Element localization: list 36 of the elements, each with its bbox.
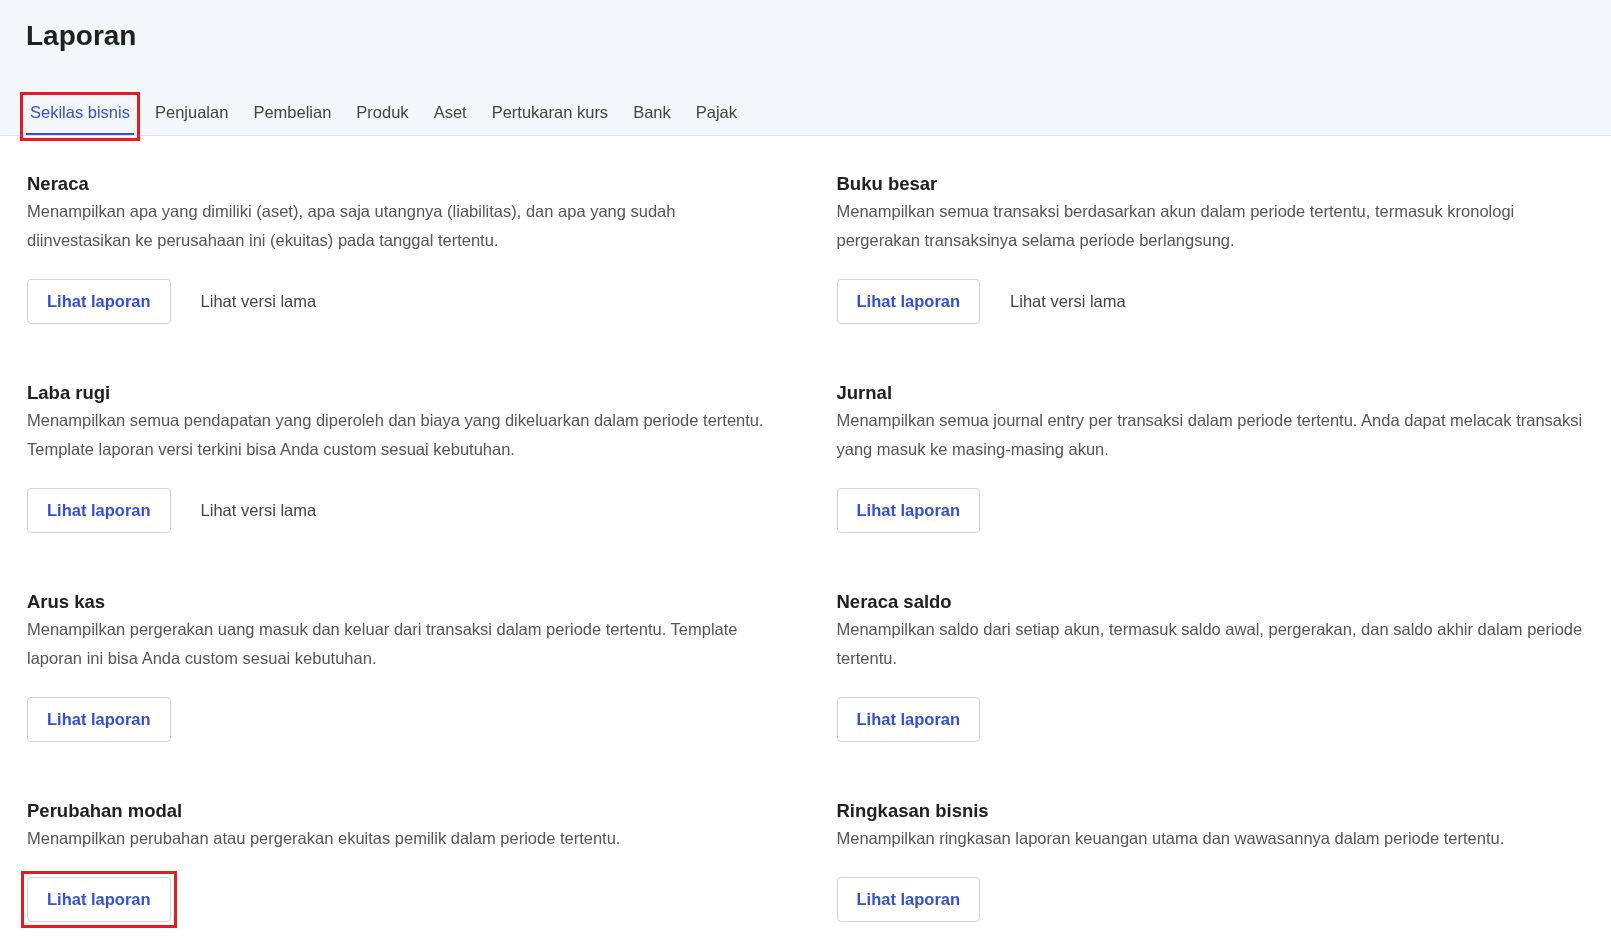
- report-title: Laba rugi: [27, 380, 112, 405]
- old-version-link[interactable]: Lihat versi lama: [200, 288, 317, 314]
- report-title: Neraca saldo: [836, 589, 953, 614]
- report-title: Jurnal: [836, 380, 894, 405]
- tab[interactable]: Aset: [429, 98, 471, 135]
- report-description: Menampilkan perubahan atau pergerakan ekuitas pemilik dalam periode tertentu.: [27, 827, 622, 849]
- report-description: Menampilkan pergerakan uang masuk dan keluar dari transaksi dalam periode tertentu. Template laporan ini bisa Anda custom sesuai kebutuhan.: [27, 618, 739, 669]
- view-report-button[interactable]: Lihat laporan: [836, 278, 981, 324]
- report-title: Arus kas: [27, 589, 107, 614]
- report-title: Ringkasan bisnis: [836, 798, 990, 823]
- view-report-button[interactable]: Lihat laporan: [27, 487, 171, 533]
- view-report-button[interactable]: Lihat laporan: [836, 696, 981, 742]
- report-description: Menampilkan apa yang dimiliki (aset), apa saja utangnya (liabilitas), dan apa yang sudah diinvestasikan ke perusahaan ini (ekuitas) pada tanggal tertentu.: [27, 200, 677, 251]
- tab[interactable]: Pembelian: [249, 98, 336, 135]
- report-title: Buku besar: [836, 171, 939, 196]
- report-description: Menampilkan semua pendapatan yang diperoleh dan biaya yang dikeluarkan dalam periode tertentu. Template laporan versi terkini bisa Anda custom sesuai kebutuhan.: [27, 409, 765, 460]
- view-report-button[interactable]: Lihat laporan: [836, 876, 981, 922]
- tab[interactable]: Produk: [352, 98, 413, 135]
- tab[interactable]: Pertukaran kurs: [487, 98, 613, 135]
- view-report-button[interactable]: Lihat laporan: [27, 278, 171, 324]
- tab[interactable]: Bank: [629, 98, 675, 135]
- tab[interactable]: Pajak: [691, 98, 741, 135]
- view-report-button[interactable]: Lihat laporan: [27, 696, 171, 742]
- report-title: Neraca: [27, 171, 90, 196]
- view-report-button[interactable]: Lihat laporan: [27, 876, 171, 922]
- report-title: Perubahan modal: [27, 798, 184, 823]
- tab[interactable]: Penjualan: [150, 98, 233, 135]
- old-version-link[interactable]: Lihat versi lama: [200, 497, 317, 523]
- page-title: Laporan: [26, 19, 138, 53]
- tab[interactable]: Sekilas bisnis: [26, 98, 134, 135]
- report-description: Menampilkan saldo dari setiap akun, termasuk saldo awal, pergerakan, dan saldo akhir dalam periode tertentu.: [836, 618, 1584, 669]
- report-description: Menampilkan semua transaksi berdasarkan akun dalam periode tertentu, termasuk kronologi pergerakan transaksinya selama periode berlangsung.: [836, 200, 1516, 251]
- view-report-button[interactable]: Lihat laporan: [836, 487, 981, 533]
- report-description: Menampilkan semua journal entry per transaksi dalam periode tertentu. Anda dapat melacak transaksi yang masuk ke masing-masing akun.: [836, 409, 1584, 460]
- report-description: Menampilkan ringkasan laporan keuangan utama dan wawasannya dalam periode tertentu.: [836, 827, 1506, 849]
- old-version-link[interactable]: Lihat versi lama: [1010, 288, 1126, 314]
